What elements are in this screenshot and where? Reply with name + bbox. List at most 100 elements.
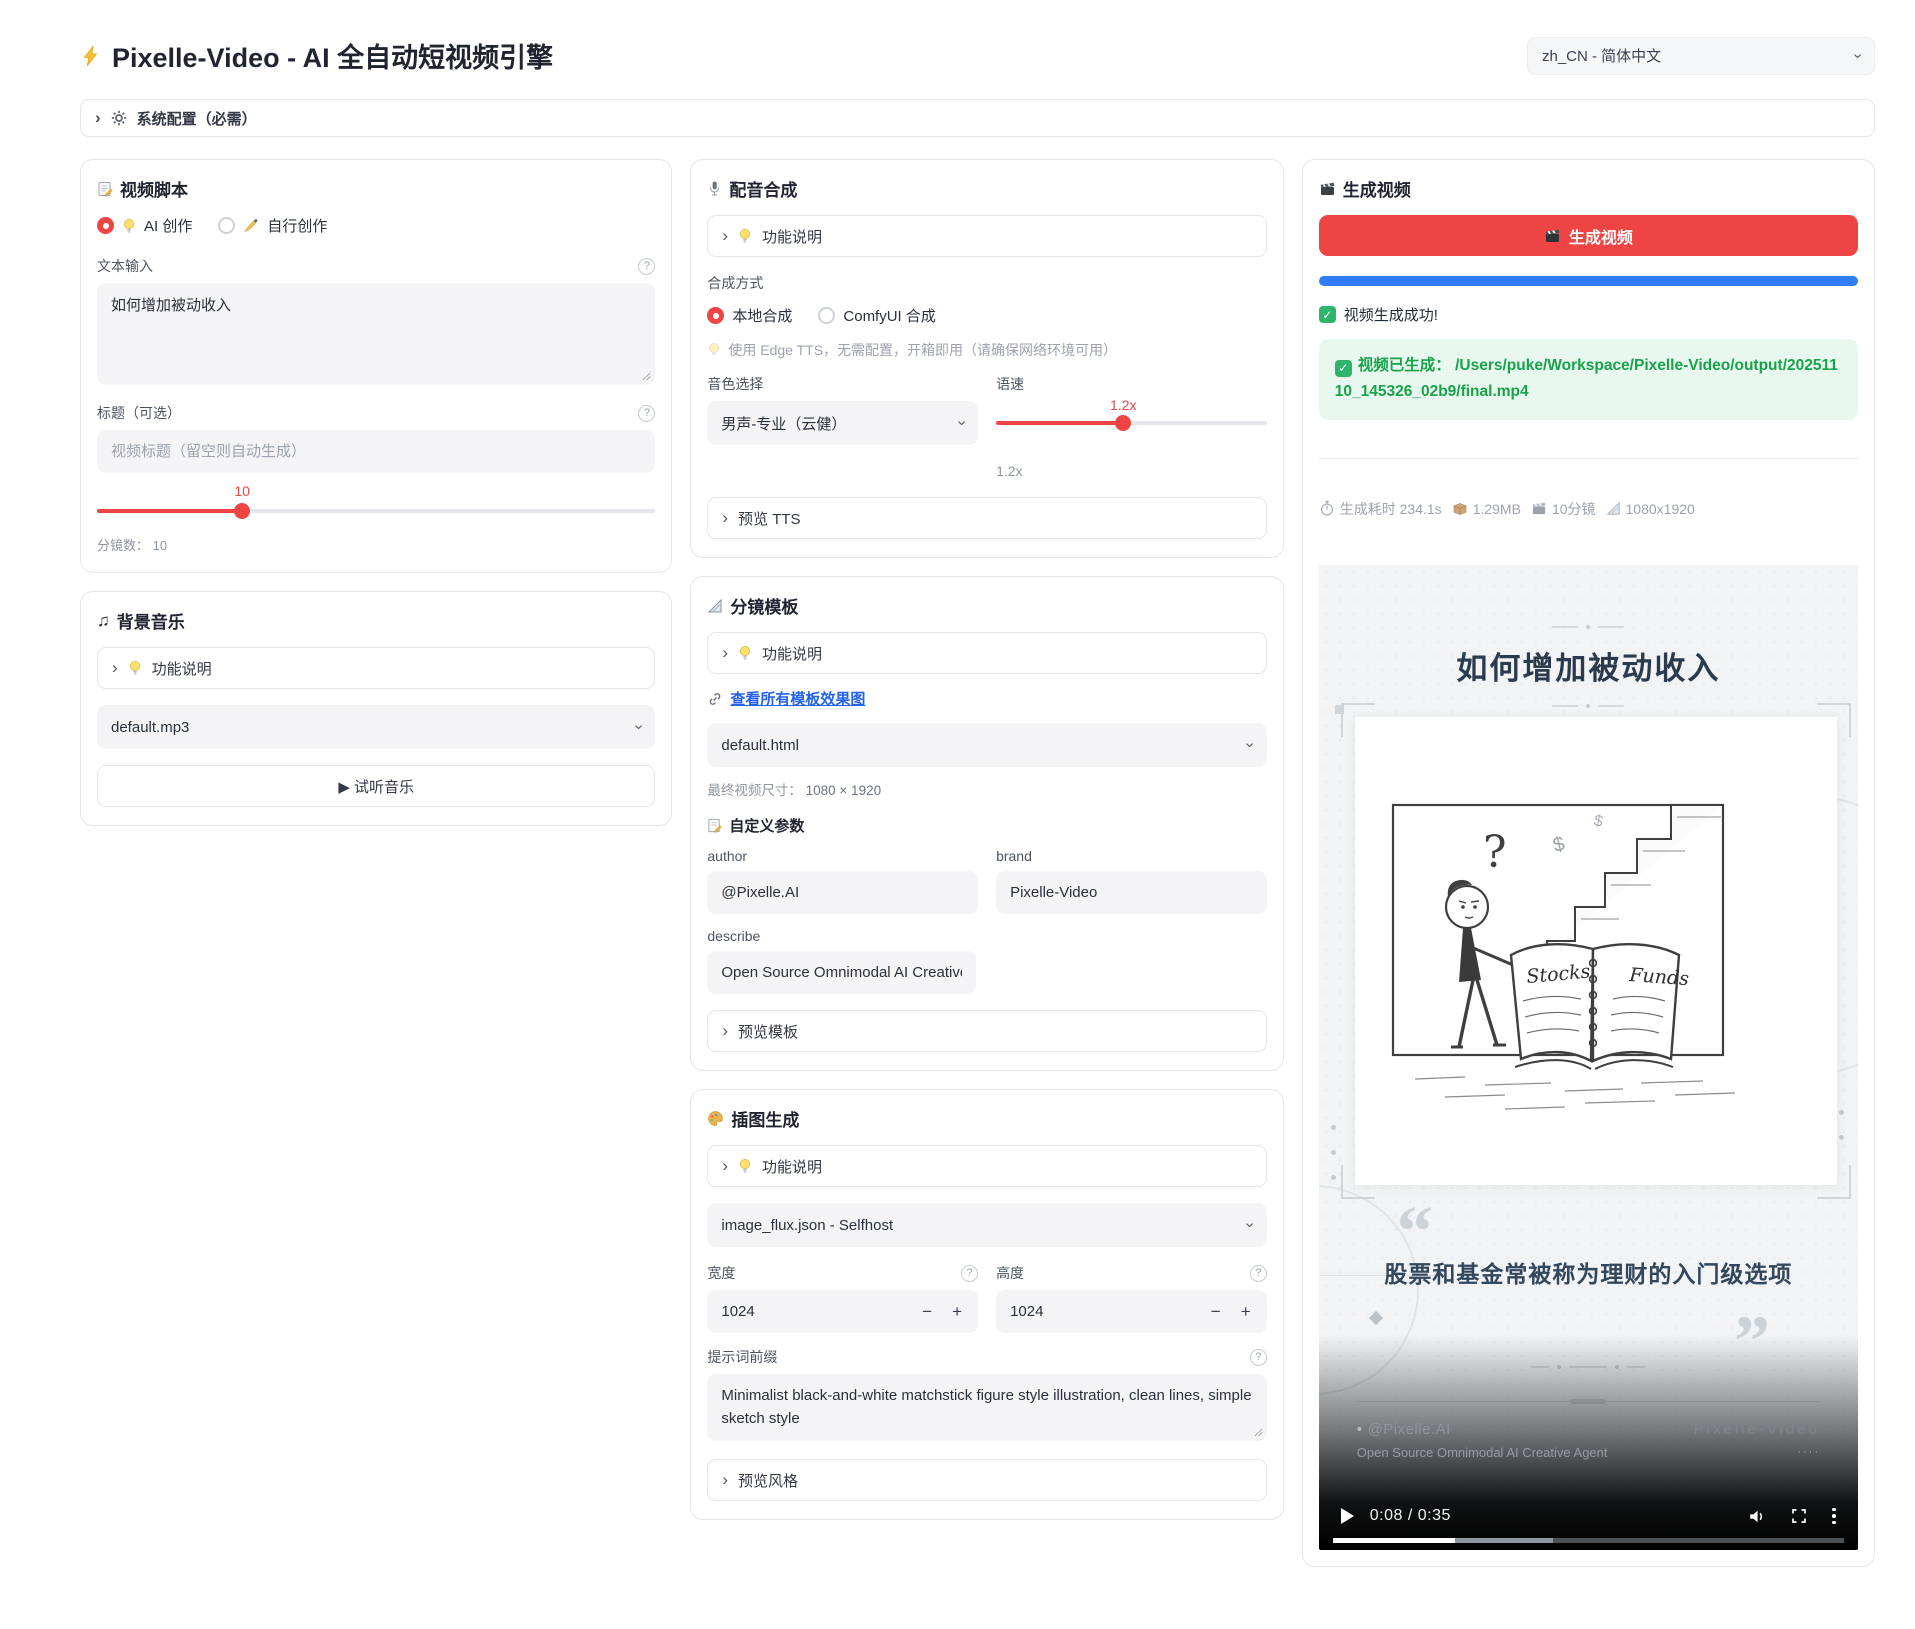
voice-select[interactable]: 男声-专业（云健） › (707, 401, 978, 445)
bulb-icon (128, 660, 142, 676)
slider-thumb[interactable] (234, 503, 250, 519)
increment-button[interactable]: + (1231, 1297, 1261, 1327)
resize-handle-icon[interactable] (642, 372, 651, 381)
left-column: 视频脚本 AI 创作 自行创作 (80, 159, 672, 826)
fullscreen-button[interactable] (1790, 1507, 1808, 1525)
brand-dots: ···· (1694, 1446, 1820, 1458)
clapper-icon (1544, 228, 1561, 244)
help-icon[interactable]: ? (961, 1265, 978, 1282)
radio-unselected-icon (818, 307, 835, 324)
tts-comfyui-radio[interactable]: ComfyUI 合成 (818, 305, 936, 326)
play-button[interactable] (1341, 1508, 1354, 1524)
mode-ai-radio[interactable]: AI 创作 (97, 215, 192, 236)
chevron-right-icon: › (722, 1157, 728, 1174)
writing-hand-icon (243, 218, 259, 233)
generate-video-button[interactable]: 生成视频 (1319, 215, 1858, 256)
chevron-down-icon: › (952, 420, 970, 425)
video-frame-title: 如何增加被动收入 (1319, 643, 1858, 688)
music-help-accordion[interactable]: › 功能说明 (97, 647, 655, 689)
triangle-ruler-icon (1606, 501, 1621, 516)
decorative-divider (1319, 625, 1858, 629)
music-note-icon: ♫ (97, 611, 110, 631)
seek-bar[interactable] (1333, 1538, 1844, 1543)
package-icon (1452, 501, 1468, 517)
preview-music-button[interactable]: ▶ 试听音乐 (97, 765, 655, 807)
success-status: ✓ 视频生成成功! (1319, 304, 1858, 325)
bulb-icon (738, 645, 752, 661)
slider-track[interactable] (97, 509, 655, 513)
help-icon[interactable]: ? (638, 258, 655, 275)
clapper-icon (1531, 501, 1547, 516)
generation-stats: 生成耗时 234.1s 1.29MB 10分镜 1080x1920 (1319, 499, 1858, 519)
increment-button[interactable]: + (942, 1297, 972, 1327)
style-preview-accordion[interactable]: › 预览风格 (707, 1459, 1266, 1501)
clapper-icon (1319, 181, 1336, 197)
tts-panel: 配音合成 › 功能说明 合成方式 本地合成 (690, 159, 1283, 558)
height-stepper[interactable]: 1024 − + (996, 1290, 1267, 1333)
decorative-dot (1331, 1175, 1336, 1180)
memo-icon (97, 181, 113, 197)
app-page: Pixelle-Video - AI 全自动短视频引擎 zh_CN - 简体中文… (0, 0, 1915, 1567)
check-icon: ✓ (1335, 360, 1352, 377)
video-author: @Pixelle.AI (1368, 1421, 1451, 1438)
generate-panel: 生成视频 生成视频 ✓ 视频生成成功! ✓视频已生成： /Users/puke/… (1302, 159, 1875, 1567)
tts-local-radio[interactable]: 本地合成 (707, 305, 792, 326)
speech-rate-slider[interactable]: 1.2x (996, 401, 1267, 441)
radio-selected-icon (97, 217, 114, 234)
system-config-accordion[interactable]: › 系统配置（必需） (80, 99, 1875, 137)
video-brand: Pixelle-Video (1694, 1421, 1820, 1438)
help-icon[interactable]: ? (1250, 1265, 1267, 1282)
bgm-select[interactable]: default.mp3 › (97, 705, 655, 749)
svg-text:$: $ (1551, 833, 1567, 857)
view-templates-link[interactable]: 查看所有模板效果图 (730, 688, 865, 709)
decrement-button[interactable]: − (912, 1297, 942, 1327)
illustration-help-accordion[interactable]: › 功能说明 (707, 1145, 1266, 1187)
storyboard-illustration: ? $ $ (1355, 717, 1837, 1185)
seek-buffered (1455, 1538, 1552, 1543)
mode-self-radio[interactable]: 自行创作 (218, 215, 327, 236)
brand-input[interactable] (1010, 884, 1253, 901)
help-icon[interactable]: ? (1250, 1349, 1267, 1366)
decrement-button[interactable]: − (1201, 1297, 1231, 1327)
palette-icon (707, 1110, 724, 1127)
chevron-down-icon: › (1848, 53, 1866, 58)
template-panel: 分镜模板 › 功能说明 查看所有模板效果图 default.htm (690, 576, 1283, 1071)
video-title-input[interactable] (111, 443, 641, 460)
divider (1319, 458, 1858, 459)
tts-hint: 使用 Edge TTS，无需配置，开箱即用（请确保网络环境可用） (707, 340, 1266, 360)
slider-thumb[interactable] (1115, 415, 1131, 431)
illustration-frame: ? $ $ (1355, 717, 1837, 1185)
seek-played (1333, 1538, 1456, 1543)
image-workflow-select[interactable]: image_flux.json - Selfhost › (707, 1203, 1266, 1247)
template-select[interactable]: default.html › (707, 723, 1266, 767)
script-text-input[interactable]: 如何增加被动收入 (97, 283, 655, 385)
lightning-icon (80, 44, 102, 68)
shot-count-slider[interactable]: 10 (97, 483, 655, 529)
video-player[interactable]: 如何增加被动收入 (1319, 565, 1858, 1550)
more-options-button[interactable] (1832, 1508, 1836, 1525)
decorative-divider (1319, 704, 1858, 708)
stopwatch-icon (1319, 500, 1335, 517)
language-select[interactable]: zh_CN - 简体中文 › (1527, 37, 1875, 75)
tts-preview-accordion[interactable]: › 预览 TTS (707, 497, 1266, 539)
template-preview-accordion[interactable]: › 预览模板 (707, 1010, 1266, 1052)
tts-help-accordion[interactable]: › 功能说明 (707, 215, 1266, 257)
middle-column: 配音合成 › 功能说明 合成方式 本地合成 (690, 159, 1283, 1520)
resize-handle-icon[interactable] (1254, 1428, 1263, 1437)
width-stepper[interactable]: 1024 − + (707, 1290, 978, 1333)
slider-track[interactable] (996, 421, 1267, 425)
svg-text:Funds: Funds (1627, 964, 1689, 990)
chevron-right-icon: › (722, 1471, 728, 1488)
volume-button[interactable] (1747, 1507, 1766, 1526)
svg-text:?: ? (1483, 827, 1507, 878)
bullet-icon: • (1357, 1421, 1363, 1438)
script-panel: 视频脚本 AI 创作 自行创作 (80, 159, 672, 573)
template-help-accordion[interactable]: › 功能说明 (707, 632, 1266, 674)
help-icon[interactable]: ? (638, 405, 655, 422)
result-path-box: ✓视频已生成： /Users/puke/Workspace/Pixelle-Vi… (1319, 339, 1858, 420)
author-input[interactable] (721, 884, 964, 901)
describe-input[interactable] (721, 964, 962, 981)
decorative-dot (1331, 1125, 1336, 1130)
prompt-prefix-input[interactable]: Minimalist black-and-white matchstick fi… (707, 1374, 1266, 1441)
link-icon (707, 691, 723, 707)
